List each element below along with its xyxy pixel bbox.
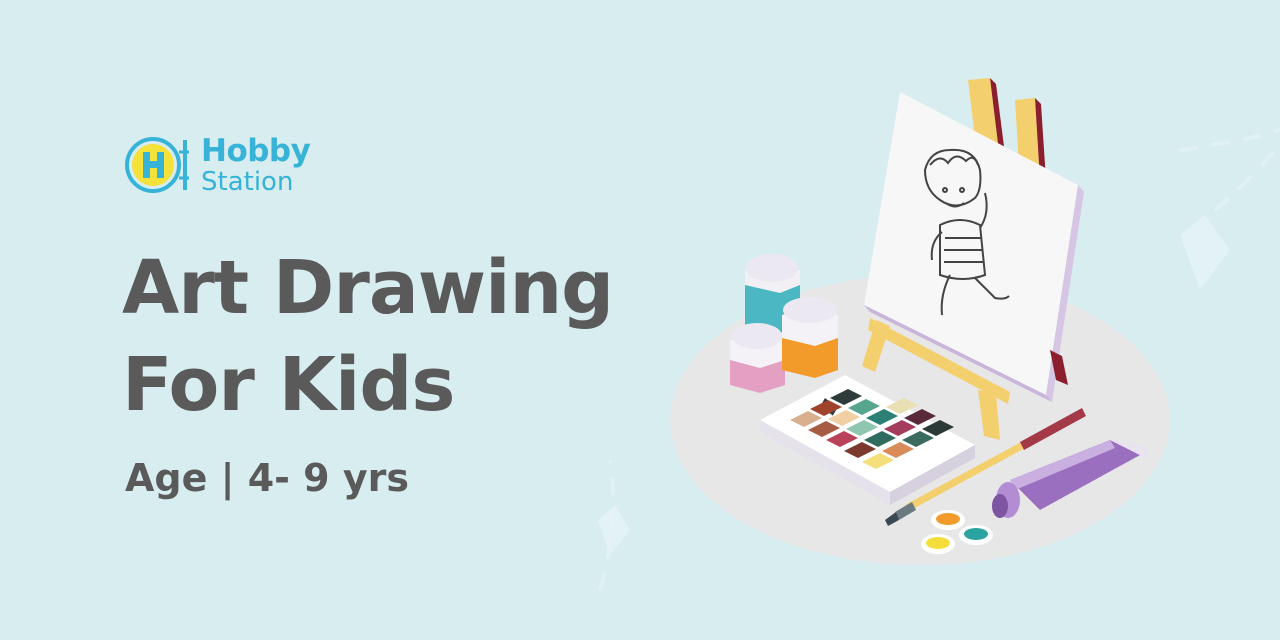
paint-jars-icon — [730, 254, 838, 393]
art-supplies-illustration — [598, 78, 1280, 591]
